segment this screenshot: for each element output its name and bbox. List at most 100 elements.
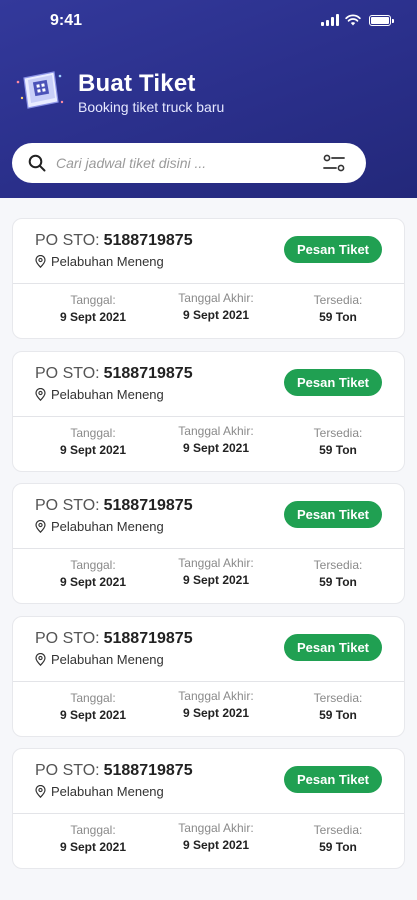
page-subtitle: Booking tiket truck baru: [78, 99, 225, 115]
tanggal-label: Tanggal:: [70, 425, 116, 440]
tersedia-label: Tersedia:: [313, 558, 363, 572]
tersedia-info: Tersedia: 59 Ton: [298, 293, 378, 324]
ticket-card: PO STO: 5188719875 Pelabuhan Meneng Pesan…: [12, 350, 405, 472]
tersedia-label: Tersedia:: [313, 690, 363, 705]
po-number: 5188719875: [103, 497, 193, 514]
ticket-card: PO STO: 5188719875 Pelabuhan Meneng Pesan…: [12, 218, 405, 339]
po-number: 5188719875: [103, 762, 193, 779]
location-text: Pelabuhan Meneng: [51, 651, 164, 667]
po-number-row: PO STO: 5188719875: [35, 365, 193, 383]
tanggal-value: 9 Sept 2021: [59, 442, 127, 457]
tanggal-akhir-label: Tanggal Akhir:: [178, 423, 254, 438]
location-text: Pelabuhan Meneng: [51, 784, 164, 799]
status-icons: [321, 14, 394, 26]
location-text: Pelabuhan Meneng: [51, 386, 164, 402]
tanggal-label: Tanggal:: [70, 823, 116, 837]
tanggal-value: 9 Sept 2021: [59, 575, 127, 589]
tersedia-value: 59 Ton: [319, 310, 357, 324]
tanggal-akhir-info: Tanggal Akhir: 9 Sept 2021: [166, 689, 266, 720]
location-row: Pelabuhan Meneng: [35, 652, 164, 667]
status-bar: 9:41: [0, 0, 417, 44]
tanggal-akhir-label: Tanggal Akhir:: [178, 291, 254, 305]
search-icon: [28, 154, 46, 172]
po-label: PO STO:: [35, 497, 100, 514]
tersedia-value: 59 Ton: [319, 575, 357, 589]
tersedia-info: Tersedia: 59 Ton: [298, 426, 378, 457]
status-time: 9:41: [50, 12, 83, 29]
location-pin-icon: [35, 785, 46, 798]
tanggal-label: Tanggal:: [70, 558, 116, 572]
tanggal-akhir-label: Tanggal Akhir:: [178, 821, 254, 835]
tanggal-info: Tanggal: 9 Sept 2021: [53, 558, 133, 589]
location-pin-icon: [35, 255, 46, 268]
page-title: Buat Tiket: [78, 70, 196, 97]
pesan-tiket-button[interactable]: Pesan Tiket: [284, 368, 382, 396]
tersedia-label: Tersedia:: [313, 823, 363, 837]
location-pin-icon: [35, 652, 46, 666]
tanggal-akhir-value: 9 Sept 2021: [182, 308, 250, 322]
tanggal-akhir-value: 9 Sept 2021: [182, 573, 250, 587]
pesan-tiket-button[interactable]: Pesan Tiket: [284, 501, 382, 528]
sliders-icon[interactable]: [322, 154, 346, 172]
tanggal-info: Tanggal: 9 Sept 2021: [53, 293, 133, 324]
search-input[interactable]: [56, 151, 306, 175]
po-number-row: PO STO: 5188719875: [35, 497, 193, 515]
tanggal-akhir-label: Tanggal Akhir:: [178, 556, 254, 570]
ticket-card: PO STO: 5188719875 Pelabuhan Meneng Pesan…: [12, 483, 405, 604]
tanggal-akhir-value: 9 Sept 2021: [182, 838, 250, 852]
po-label: PO STO:: [35, 364, 100, 382]
tanggal-info: Tanggal: 9 Sept 2021: [53, 823, 133, 854]
location-row: Pelabuhan Meneng: [35, 254, 164, 269]
tanggal-akhir-info: Tanggal Akhir: 9 Sept 2021: [166, 821, 266, 852]
ticket-card: PO STO: 5188719875 Pelabuhan Meneng Pesan…: [12, 748, 405, 869]
tanggal-value: 9 Sept 2021: [59, 840, 127, 854]
tersedia-value: 59 Ton: [319, 707, 357, 722]
location-pin-icon: [35, 520, 46, 533]
tersedia-info: Tersedia: 59 Ton: [298, 558, 378, 589]
tanggal-akhir-info: Tanggal Akhir: 9 Sept 2021: [166, 556, 266, 587]
ticket-list: PO STO: 5188719875 Pelabuhan Meneng Pesan…: [12, 218, 405, 881]
po-number-row: PO STO: 5188719875: [35, 762, 193, 780]
location-text: Pelabuhan Meneng: [51, 254, 164, 269]
wifi-icon: [345, 14, 361, 26]
tersedia-value: 59 Ton: [319, 442, 357, 457]
tanggal-value: 9 Sept 2021: [59, 310, 127, 324]
po-label: PO STO:: [35, 762, 100, 779]
location-row: Pelabuhan Meneng: [35, 784, 164, 799]
tersedia-value: 59 Ton: [319, 840, 357, 854]
tersedia-info: Tersedia: 59 Ton: [298, 691, 378, 722]
search-bar[interactable]: [12, 143, 366, 183]
tanggal-akhir-label: Tanggal Akhir:: [178, 688, 254, 703]
tanggal-akhir-value: 9 Sept 2021: [182, 440, 250, 455]
tersedia-info: Tersedia: 59 Ton: [298, 823, 378, 854]
location-pin-icon: [35, 387, 46, 401]
pesan-tiket-button[interactable]: Pesan Tiket: [284, 633, 382, 661]
tanggal-akhir-info: Tanggal Akhir: 9 Sept 2021: [166, 291, 266, 322]
tersedia-label: Tersedia:: [313, 293, 363, 307]
location-row: Pelabuhan Meneng: [35, 519, 164, 534]
po-number-row: PO STO: 5188719875: [35, 630, 193, 648]
tanggal-label: Tanggal:: [70, 293, 116, 307]
signal-icon: [321, 14, 339, 26]
po-number: 5188719875: [103, 364, 193, 382]
tanggal-label: Tanggal:: [70, 690, 116, 705]
ticket-icon: [16, 71, 64, 109]
location-row: Pelabuhan Meneng: [35, 387, 164, 402]
battery-icon: [369, 15, 394, 26]
tanggal-info: Tanggal: 9 Sept 2021: [53, 691, 133, 722]
po-number-row: PO STO: 5188719875: [35, 232, 193, 250]
po-number: 5188719875: [103, 629, 193, 647]
po-number: 5188719875: [103, 232, 193, 249]
tanggal-akhir-info: Tanggal Akhir: 9 Sept 2021: [166, 424, 266, 455]
tersedia-label: Tersedia:: [313, 425, 363, 440]
ticket-card: PO STO: 5188719875 Pelabuhan Meneng Pesan…: [12, 615, 405, 737]
header-banner: 9:41 Buat Tiket Booking tiket truck baru: [0, 0, 417, 198]
tanggal-value: 9 Sept 2021: [59, 707, 127, 722]
po-label: PO STO:: [35, 629, 100, 647]
po-label: PO STO:: [35, 232, 100, 249]
location-text: Pelabuhan Meneng: [51, 519, 164, 534]
tanggal-info: Tanggal: 9 Sept 2021: [53, 426, 133, 457]
pesan-tiket-button[interactable]: Pesan Tiket: [284, 236, 382, 263]
pesan-tiket-button[interactable]: Pesan Tiket: [284, 766, 382, 793]
tanggal-akhir-value: 9 Sept 2021: [182, 705, 250, 720]
